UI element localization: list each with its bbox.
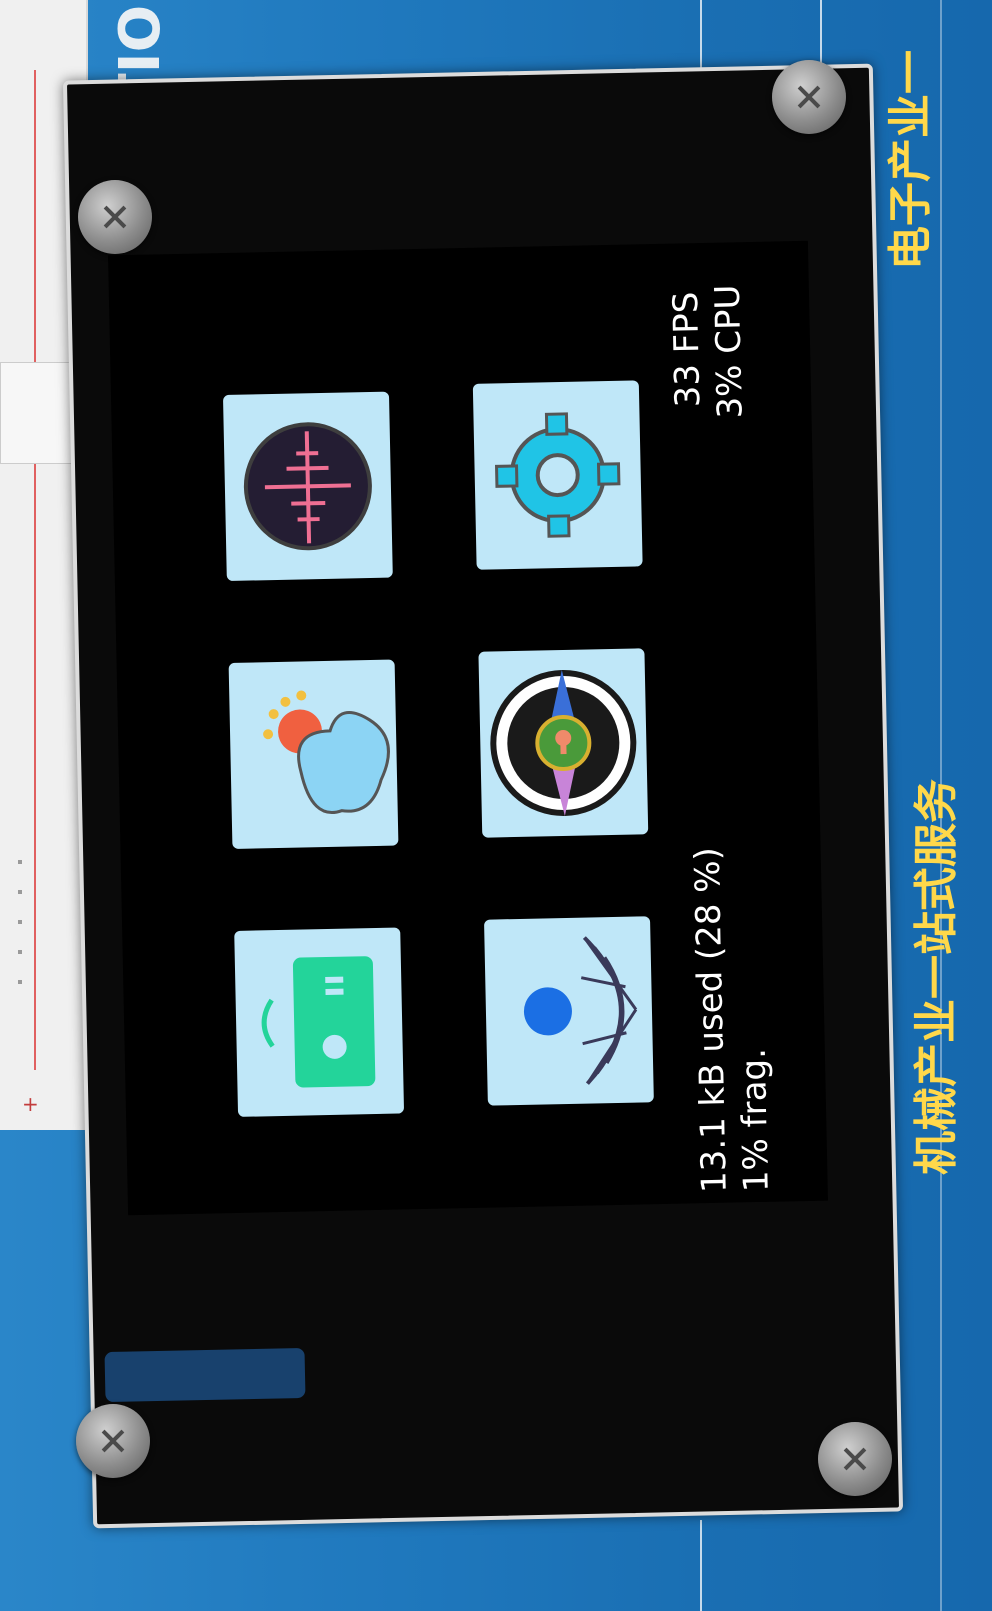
sound-wave-icon: [243, 422, 372, 551]
pcb-trace: [700, 1520, 702, 1611]
pcb-label-right-top: 电子产业一: [885, 50, 936, 270]
gear-icon: [494, 412, 621, 538]
breadboard-plus-mark: +: [22, 1092, 39, 1116]
breadboard-hole: [18, 980, 22, 984]
pcb-trace: [700, 0, 702, 70]
pcb-trace: [820, 0, 822, 70]
lcd-screen: 33 FPS 3% CPU 13.1 kB used (28 %) 1% fra…: [108, 240, 828, 1216]
frag-readout: 1% frag.: [733, 1047, 777, 1193]
screw-bottom-left: [76, 1404, 150, 1478]
app-settings[interactable]: [472, 380, 643, 570]
app-sound-wave[interactable]: [222, 391, 393, 582]
app-remote[interactable]: [234, 927, 405, 1117]
screw-bottom-right: [818, 1422, 892, 1496]
breadboard-hole: [18, 950, 22, 954]
screw-top-left: [78, 180, 152, 254]
screw-top-right: [772, 60, 846, 134]
breadboard-rail: [34, 70, 36, 1070]
cpu-readout: 3% CPU: [707, 284, 751, 419]
satellite-dish-icon: [523, 936, 638, 1085]
frame-cutout: [104, 1347, 306, 1403]
app-compass[interactable]: [478, 648, 649, 838]
pcb-label-right-bottom: 机械产业一站式服务: [911, 779, 962, 1175]
breadboard-hole: [18, 890, 22, 894]
weather-icon: [263, 690, 390, 814]
app-weather[interactable]: [228, 659, 399, 849]
remote-control-icon: [261, 956, 376, 1088]
app-satellite[interactable]: [484, 916, 654, 1106]
breadboard-hole: [18, 920, 22, 924]
breadboard-hole: [18, 860, 22, 864]
fps-readout: 33 FPS: [665, 291, 709, 408]
memory-readout: 13.1 kB used (28 %): [687, 846, 735, 1194]
compass-icon: [490, 670, 637, 817]
